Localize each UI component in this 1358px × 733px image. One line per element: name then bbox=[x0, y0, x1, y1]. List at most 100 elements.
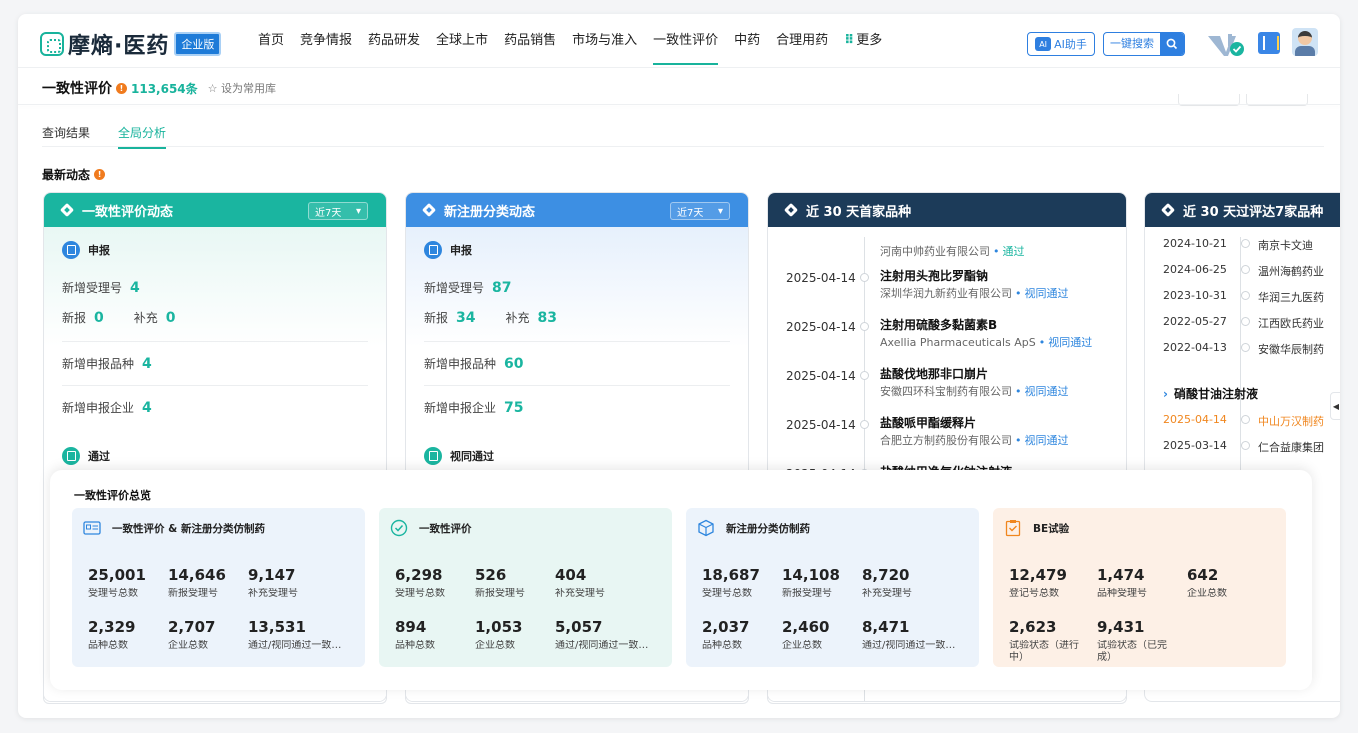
stat-label: 新增申报企业 bbox=[62, 401, 135, 415]
overview-stat[interactable]: 5,057 通过/视同通过一致… bbox=[555, 618, 665, 652]
declare-heading: 申报 bbox=[62, 241, 110, 259]
company-name: 合肥立方制药股份有限公司 bbox=[880, 434, 1012, 447]
nav-item[interactable]: 合理用药 bbox=[768, 14, 836, 68]
favorite-button[interactable]: ☆ 设为常用库 bbox=[208, 80, 276, 96]
drug-name[interactable]: 注射用硫酸多黏菌素B bbox=[880, 316, 997, 333]
new-variety-row[interactable]: 新增申报品种 4 bbox=[62, 355, 152, 372]
period-select[interactable]: 近7天 ▾ bbox=[670, 202, 730, 220]
card-footer bbox=[405, 694, 749, 704]
overview-stat[interactable]: 9,147 补充受理号 bbox=[248, 566, 358, 600]
period-select[interactable]: 近7天 ▾ bbox=[308, 202, 368, 220]
document-icon bbox=[62, 241, 80, 259]
nav-item[interactable]: 全球上市 bbox=[428, 14, 496, 68]
ai-icon: AI bbox=[1035, 37, 1052, 51]
info-icon[interactable]: ! bbox=[94, 169, 106, 180]
stat-label: 补充 bbox=[505, 311, 530, 325]
chevron-right-icon: › bbox=[1163, 387, 1168, 401]
drug-name: 硝酸甘油注射液 bbox=[1173, 387, 1258, 401]
divider bbox=[18, 104, 1340, 105]
drug-name[interactable]: 盐酸伐地那非口崩片 bbox=[880, 365, 988, 382]
overview-stat[interactable]: 8,471 通过/视同通过一致… bbox=[862, 618, 972, 652]
stat-value: 404 bbox=[555, 566, 587, 584]
company-row[interactable]: 2025-04-14 中山万汉制药 bbox=[1163, 413, 1324, 429]
overview-stat[interactable]: 8,720 补充受理号 bbox=[862, 566, 972, 600]
new-accept-row[interactable]: 新增受理号 4 bbox=[62, 279, 140, 296]
check-circle-icon bbox=[389, 518, 409, 538]
company-row[interactable]: 2024-06-25 温州海鹤药业 bbox=[1163, 263, 1324, 279]
nav-item[interactable]: 竞争情报 bbox=[292, 14, 360, 68]
stat-value[interactable]: 83 bbox=[538, 310, 557, 326]
nav-item[interactable]: 药品销售 bbox=[496, 14, 564, 68]
section-title: 最新动态 ! bbox=[42, 166, 106, 183]
vip-icon[interactable] bbox=[1206, 30, 1246, 58]
overview-stat[interactable]: 642 企业总数 bbox=[1187, 566, 1297, 600]
stat-value[interactable]: 0 bbox=[94, 310, 104, 326]
new-accept-row[interactable]: 新增受理号 87 bbox=[424, 279, 512, 296]
company-row[interactable]: 2025-03-14 仁合益康集团 bbox=[1163, 439, 1324, 455]
stat-value[interactable]: 34 bbox=[456, 310, 475, 326]
collapse-handle[interactable]: ◀ bbox=[1330, 392, 1340, 420]
status-label: 视同通过 bbox=[1024, 434, 1069, 447]
stat-label: 新报 bbox=[62, 311, 87, 325]
drug-name[interactable]: 注射用头孢比罗酯钠 bbox=[880, 267, 988, 284]
user-avatar[interactable] bbox=[1292, 28, 1318, 56]
cube-icon bbox=[696, 518, 716, 538]
ai-assistant-button[interactable]: AI AI助手 bbox=[1027, 32, 1095, 56]
top-nav: 摩熵·医药 企业版 首页 竞争情报 药品研发 全球上市 药品销售 市场与准入 一致性评价 中药… bbox=[18, 14, 1340, 68]
company-row[interactable]: 2022-04-13 安徽华辰制药 bbox=[1163, 341, 1324, 357]
timeline-dot bbox=[1241, 265, 1250, 274]
book-icon[interactable] bbox=[1258, 32, 1280, 54]
overview-box-header: 新注册分类仿制药 bbox=[696, 518, 810, 538]
overview-stat[interactable]: 404 补充受理号 bbox=[555, 566, 665, 600]
info-icon[interactable]: ! bbox=[116, 82, 127, 94]
timeline-dot bbox=[860, 371, 869, 380]
nav-more-label: 更多 bbox=[856, 33, 883, 48]
new-report-row: 新报 34 补充 83 bbox=[424, 309, 557, 326]
overview-box-title: BE试验 bbox=[1033, 522, 1070, 535]
row-company: 华润三九医药 bbox=[1258, 291, 1324, 304]
drug-name[interactable]: 盐酸哌甲酯缓释片 bbox=[880, 414, 976, 431]
row-company: 温州海鹤药业 bbox=[1258, 265, 1324, 278]
nav-item[interactable]: 一致性评价 bbox=[645, 14, 726, 68]
company-row[interactable]: 2022-05-27 江西欧氏药业 bbox=[1163, 315, 1324, 331]
overview-box-title: 一致性评价 bbox=[419, 522, 472, 535]
card-header: 新注册分类动态 近7天 ▾ bbox=[406, 193, 748, 227]
brand-logo[interactable]: 摩熵·医药 企业版 bbox=[40, 28, 222, 60]
overview-box: 新注册分类仿制药 18,687 受理号总数 14,108 新报受理号 8,720 补充受理号… bbox=[686, 508, 979, 667]
new-variety-row[interactable]: 新增申报品种 60 bbox=[424, 355, 524, 372]
divider bbox=[424, 341, 730, 342]
overview-box: 一致性评价 & 新注册分类仿制药 25,001 受理号总数 14,646 新报受理号 9,… bbox=[72, 508, 365, 667]
quick-search-button[interactable]: 一键搜索 bbox=[1103, 32, 1185, 56]
new-company-row[interactable]: 新增申报企业 4 bbox=[62, 399, 152, 416]
row-company: 南京卡文迪 bbox=[1258, 239, 1313, 252]
status-label: 视同通过 bbox=[1024, 385, 1069, 398]
stat-label: 通过/视同通过一致… bbox=[555, 640, 649, 651]
stat-label: 企业总数 bbox=[1187, 588, 1227, 599]
overview-box-header: 一致性评价 bbox=[389, 518, 472, 538]
new-company-row[interactable]: 新增申报企业 75 bbox=[424, 399, 524, 416]
stat-value[interactable]: 0 bbox=[166, 310, 176, 326]
timeline-company: 合肥立方制药股份有限公司 • 视同通过 bbox=[880, 434, 1069, 447]
overview-stat[interactable]: 13,531 通过/视同通过一致… bbox=[248, 618, 358, 652]
divider bbox=[62, 341, 368, 342]
overview-stat[interactable]: 9,431 试验状态（已完成） bbox=[1097, 618, 1169, 664]
company-row[interactable]: 2024-10-21 南京卡文迪 bbox=[1163, 237, 1313, 253]
drug-group-toggle[interactable]: › 硝酸甘油注射液 bbox=[1163, 385, 1258, 402]
stat-value: 642 bbox=[1187, 566, 1219, 584]
page-header: 一致性评价 ! 113,654条 ☆ 设为常用库 bbox=[42, 78, 276, 98]
nav-item[interactable]: 药品研发 bbox=[360, 14, 428, 68]
nav-more[interactable]: ⠿ 更多 bbox=[836, 14, 890, 68]
row-date: 2022-05-27 bbox=[1163, 315, 1227, 328]
timeline-company[interactable]: 河南中帅药业有限公司 • 通过 bbox=[880, 243, 1025, 259]
stat-value: 13,531 bbox=[248, 618, 306, 636]
company-row[interactable]: 2023-10-31 华润三九医药 bbox=[1163, 289, 1324, 305]
stat-value: 9,147 bbox=[248, 566, 296, 584]
overview-box-title: 新注册分类仿制药 bbox=[726, 522, 810, 535]
clipboard-icon bbox=[1003, 518, 1023, 538]
nav-item[interactable]: 中药 bbox=[726, 14, 768, 68]
app-window: 摩熵·医药 企业版 首页 竞争情报 药品研发 全球上市 药品销售 市场与准入 一致性评价 中药… bbox=[18, 14, 1340, 718]
page-title: 一致性评价 bbox=[42, 81, 112, 97]
overview-stat[interactable]: 2,623 试验状态（进行中） bbox=[1009, 618, 1081, 664]
nav-item[interactable]: 市场与准入 bbox=[564, 14, 645, 68]
nav-item[interactable]: 首页 bbox=[250, 14, 292, 68]
